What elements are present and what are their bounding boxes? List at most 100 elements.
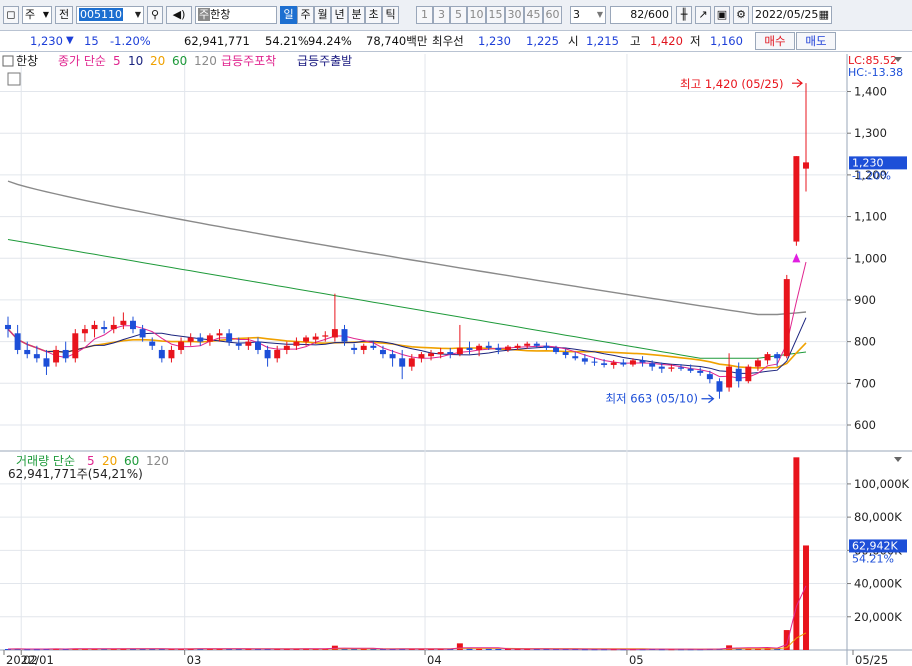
interval-select[interactable]: 3 ▼: [570, 6, 606, 24]
volume-value: 62,941,771: [184, 34, 250, 48]
candle-body: [774, 354, 781, 359]
interval-button-0[interactable]: 1: [416, 6, 433, 24]
calendar-icon[interactable]: ▦: [819, 7, 829, 23]
volume-legend-period: 120: [146, 454, 169, 468]
window-menu-icon[interactable]: ◻: [3, 6, 19, 24]
candle-body: [312, 336, 319, 340]
candle-body: [562, 352, 569, 355]
speaker-icon[interactable]: ◀): [166, 6, 192, 24]
interval-button-3[interactable]: 10: [467, 6, 486, 24]
candle-body: [793, 156, 800, 242]
candle-body: [649, 363, 656, 367]
period-button-6[interactable]: 틱: [382, 6, 399, 24]
candle-body: [139, 329, 146, 338]
period-button-4[interactable]: 분: [348, 6, 365, 24]
candle-body: [178, 341, 185, 350]
candle-body: [485, 345, 492, 348]
x-tick-label: 02: [23, 653, 38, 666]
current-volume-label: 62,942K: [852, 539, 898, 552]
candle-body: [572, 356, 579, 359]
candle-body: [245, 341, 252, 346]
volume-tick-label: 20,000K: [854, 610, 902, 624]
sell-button[interactable]: 매도: [796, 32, 836, 50]
draw-tool-icon[interactable]: ↗: [695, 6, 711, 24]
candle-body: [5, 324, 11, 330]
price-tick-label: 900: [854, 293, 876, 307]
turnover-rate: 94.24%: [308, 34, 352, 48]
volume-bar: [793, 457, 800, 650]
stock-code-input[interactable]: 005110 ▼: [76, 6, 144, 24]
low-label: 저: [690, 34, 701, 48]
high-annotation: 최고 1,420 (05/25): [680, 77, 784, 91]
market-type-select[interactable]: 주 ▼: [22, 6, 52, 24]
date-input[interactable]: 2022/05/25 ▦: [752, 6, 832, 24]
period-button-0[interactable]: 일: [280, 6, 297, 24]
period-button-2[interactable]: 월: [314, 6, 331, 24]
period-button-3[interactable]: 년: [331, 6, 348, 24]
candle-body: [206, 335, 213, 342]
candle-body: [197, 337, 204, 342]
candle-body: [754, 360, 761, 367]
interval-button-7[interactable]: 60: [543, 6, 562, 24]
high-value: 1,420: [650, 34, 683, 48]
legend-period: 60: [172, 54, 187, 68]
current-price-label: 1,230: [852, 156, 884, 169]
candle-body: [591, 361, 598, 363]
volume-bar: [476, 648, 483, 650]
search-icon[interactable]: ⚲: [147, 6, 163, 24]
price-type-toggle[interactable]: 전: [55, 6, 73, 24]
candle-body: [168, 349, 175, 359]
candle-body: [610, 362, 617, 365]
price-tick-label: 800: [854, 335, 876, 349]
candle-body: [360, 345, 367, 350]
candle-body: [33, 354, 40, 359]
quote-bar: 1,230 ▼ 15 -1.20% 62,941,771 54.21% 94.2…: [0, 31, 912, 52]
volume-legend-period: 5: [87, 454, 95, 468]
interval-button-2[interactable]: 5: [450, 6, 467, 24]
change-value: 15: [84, 34, 99, 48]
candle-body: [216, 333, 223, 336]
candle-style-icon[interactable]: ╫: [676, 6, 692, 24]
volume-legend-period: 60: [124, 454, 139, 468]
candle-body: [149, 341, 156, 346]
code-dropdown-icon[interactable]: ▼: [135, 7, 141, 23]
legend-signal-2: 급등주출발: [297, 54, 352, 68]
gear-icon[interactable]: ⚙: [733, 6, 749, 24]
candle-body: [418, 354, 425, 359]
candle-body: [658, 366, 665, 369]
save-icon[interactable]: ▣: [714, 6, 730, 24]
volume-tick-label: 100,000K: [854, 477, 910, 491]
open-value: 1,215: [586, 34, 619, 48]
interval-button-5[interactable]: 30: [505, 6, 524, 24]
candle-body: [524, 343, 531, 346]
candle-body: [264, 349, 271, 359]
buy-button[interactable]: 매수: [755, 32, 795, 50]
interval-button-1[interactable]: 3: [433, 6, 450, 24]
change-pct: -1.20%: [110, 34, 151, 48]
candle-body: [706, 374, 713, 380]
x-tick-label: 05/25: [855, 653, 888, 666]
interval-button-6[interactable]: 45: [524, 6, 543, 24]
candle-body: [745, 366, 752, 382]
candle-body: [14, 333, 21, 350]
candle-body: [620, 362, 627, 365]
candle-body: [53, 349, 60, 363]
period-button-1[interactable]: 주: [297, 6, 314, 24]
period-button-5[interactable]: 초: [365, 6, 382, 24]
candle-body: [283, 345, 290, 350]
best-bid-value: 1,225: [526, 34, 559, 48]
candle-body: [697, 370, 704, 373]
stock-name-field[interactable]: 주한창: [195, 6, 277, 24]
low-value: 1,160: [710, 34, 743, 48]
bar-count-input[interactable]: 82/600: [610, 6, 672, 24]
interval-button-4[interactable]: 15: [486, 6, 505, 24]
chart-settings-icon: [7, 72, 21, 86]
candle-body: [226, 333, 233, 342]
stock-chart[interactable]: 1,4001,3001,2001,1001,000900800700600100…: [0, 52, 912, 666]
bar-count-value: 82: [630, 8, 645, 21]
candle-body: [130, 320, 136, 330]
legend-period: 20: [150, 54, 165, 68]
down-arrow-icon: ▼: [66, 35, 74, 46]
top-toolbar: ◻ 주 ▼ 전 005110 ▼ ⚲ ◀) 주한창 일주월년분초틱 1 3 5 10 15 3…: [0, 0, 912, 31]
candle-body: [581, 358, 588, 362]
